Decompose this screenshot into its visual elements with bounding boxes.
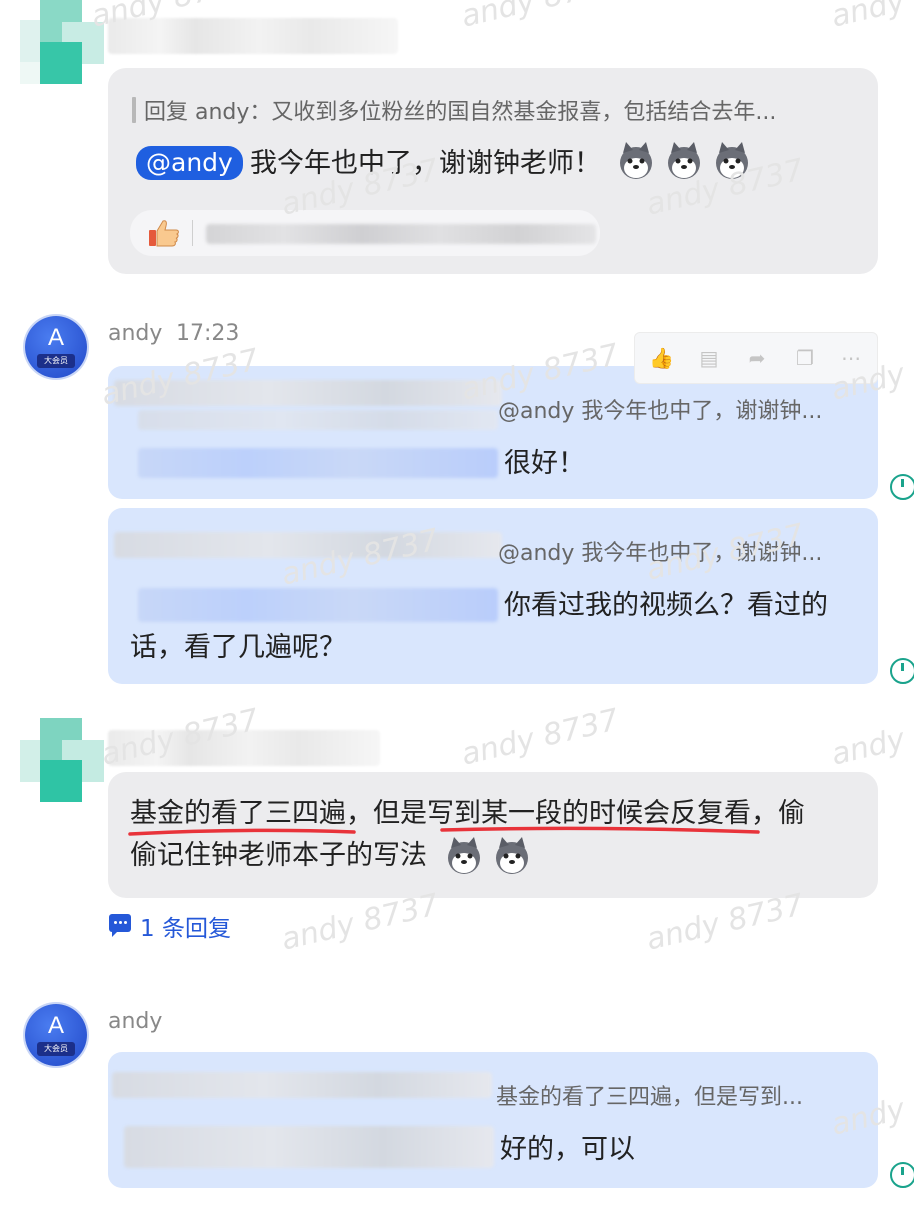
comment-text: 我今年也中了，谢谢钟老师！: [250, 148, 601, 179]
username[interactable]: andy: [108, 321, 162, 346]
reply-text-line1: 你看过我的视频么？看过的: [504, 590, 828, 621]
clock-icon: [890, 1162, 914, 1188]
husky-emoji-icon: [448, 837, 480, 874]
quoted-name-blurred: [114, 380, 502, 406]
like-bar[interactable]: [130, 210, 600, 256]
reply-text: 很好！: [504, 448, 585, 479]
username-blurred: [108, 730, 380, 766]
andy-avatar[interactable]: A 大会员: [25, 316, 87, 378]
timestamp: 17:23: [176, 321, 240, 346]
watermark: andy 8737: [828, 0, 914, 35]
husky-emoji-icon: [716, 142, 748, 179]
reply-bubble: @andy 我今年也中了，谢谢钟... 很好！: [108, 366, 878, 499]
watermark: andy 8737: [828, 702, 914, 773]
watermark: andy 8737: [458, 0, 622, 35]
clock-icon: [890, 658, 914, 684]
watermark: andy 8737: [458, 702, 622, 773]
reply-count-link[interactable]: 1 条回复: [140, 909, 231, 943]
more-icon[interactable]: ⋯: [839, 346, 863, 370]
quoted-reply-text: 回复 andy：又收到多位粉丝的国自然基金报喜，包括结合去年...: [144, 100, 777, 125]
thumbs-up-icon[interactable]: [148, 219, 180, 247]
quoted-text: @andy 我今年也中了，谢谢钟...: [498, 541, 823, 566]
quoted-text: @andy 我今年也中了，谢谢钟...: [498, 399, 823, 424]
husky-emoji-icon: [620, 142, 652, 179]
quoted-name-blurred: [112, 1072, 492, 1098]
reply-text: 好的，可以: [500, 1134, 635, 1165]
user-avatar-blurred[interactable]: [20, 0, 104, 84]
quoted-name-blurred: [138, 410, 498, 430]
mention-tag[interactable]: @andy: [136, 146, 243, 180]
comment-bubble: 基金的看了三四遍，但是写到某一段的时候会反复看，偷 偷记住钟老师本子的写法: [108, 772, 878, 898]
quote-bar: [132, 97, 136, 123]
husky-emoji-icon: [668, 142, 700, 179]
clock-icon: [890, 474, 914, 500]
comment-bubble: 回复 andy：又收到多位粉丝的国自然基金报喜，包括结合去年... @andy …: [108, 68, 878, 274]
user-avatar-blurred[interactable]: [20, 718, 104, 802]
thumbs-up-icon[interactable]: 👍: [649, 346, 674, 370]
quoted-name-blurred: [114, 532, 502, 558]
blurred-text: [138, 588, 498, 622]
reply-count-icon[interactable]: [109, 914, 131, 937]
reply-bubble: @andy 我今年也中了，谢谢钟... 你看过我的视频么？看过的 话，看了几遍呢…: [108, 508, 878, 684]
husky-emoji-icon: [496, 837, 528, 874]
comment-icon[interactable]: ▤: [697, 346, 721, 370]
andy-avatar[interactable]: A 大会员: [25, 1004, 87, 1066]
quote-icon[interactable]: ❐: [793, 346, 817, 370]
vip-badge: 大会员: [37, 1042, 75, 1056]
username[interactable]: andy: [108, 1009, 162, 1034]
reply-bubble: 基金的看了三四遍，但是写到... 好的，可以: [108, 1052, 878, 1188]
username-blurred: [108, 18, 398, 54]
message-toolbar: 👍 ▤ ➦ ❐ ⋯: [634, 332, 878, 384]
blurred-text: [138, 448, 498, 478]
liked-users-blurred: [206, 224, 596, 244]
quoted-text: 基金的看了三四遍，但是写到...: [496, 1085, 803, 1110]
share-icon[interactable]: ➦: [745, 346, 769, 370]
vip-badge: 大会员: [37, 354, 75, 368]
blurred-text: [124, 1126, 494, 1168]
reply-text-line2: 话，看了几遍呢？: [130, 632, 346, 663]
comment-text-line2: 偷记住钟老师本子的写法: [130, 840, 427, 871]
